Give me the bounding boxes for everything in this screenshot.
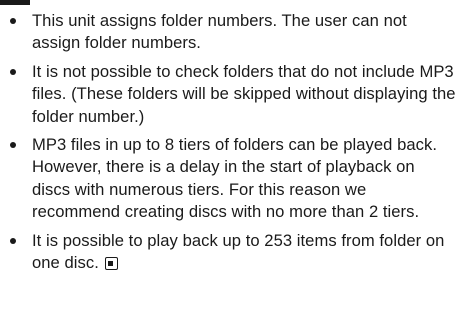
bullet-icon xyxy=(10,68,16,75)
notes-list: This unit assigns folder numbers. The us… xyxy=(8,10,456,280)
note-text: It is not possible to check folders that… xyxy=(32,61,456,126)
list-item: This unit assigns folder numbers. The us… xyxy=(8,10,456,55)
bullet-icon xyxy=(10,142,16,149)
list-item: It is possible to play back up to 253 it… xyxy=(8,230,456,275)
note-text: This unit assigns folder numbers. The us… xyxy=(32,11,407,53)
list-item: It is not possible to check folders that… xyxy=(8,61,456,128)
list-item: MP3 files in up to 8 tiers of folders ca… xyxy=(8,134,456,224)
section-end-icon xyxy=(104,257,118,271)
header-bar-fragment xyxy=(0,0,30,5)
bullet-icon xyxy=(10,237,16,244)
note-text: MP3 files in up to 8 tiers of folders ca… xyxy=(32,135,438,222)
bullet-icon xyxy=(10,18,16,24)
note-text: It is possible to play back up to 253 it… xyxy=(32,230,445,273)
